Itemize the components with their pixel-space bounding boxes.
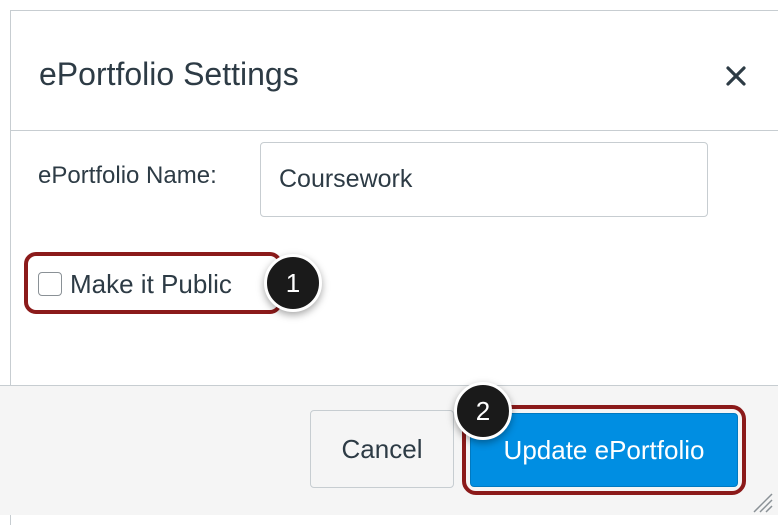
cancel-button[interactable]: Cancel — [310, 410, 454, 488]
eportfolio-name-input[interactable] — [260, 142, 708, 217]
update-eportfolio-button[interactable]: Update ePortfolio — [470, 413, 738, 487]
make-public-label: Make it Public — [70, 269, 232, 299]
make-public-option[interactable]: Make it Public — [38, 268, 232, 300]
callout-badge-2: 2 — [454, 382, 512, 440]
close-icon — [726, 66, 746, 86]
dialog-title: ePortfolio Settings — [39, 56, 299, 92]
dialog-header: ePortfolio Settings — [11, 11, 778, 131]
close-button[interactable] — [719, 59, 753, 93]
callout-badge-1: 1 — [264, 254, 322, 312]
resize-grip-icon[interactable] — [748, 488, 774, 514]
make-public-checkbox[interactable] — [38, 272, 62, 296]
eportfolio-name-label: ePortfolio Name: — [38, 162, 217, 189]
